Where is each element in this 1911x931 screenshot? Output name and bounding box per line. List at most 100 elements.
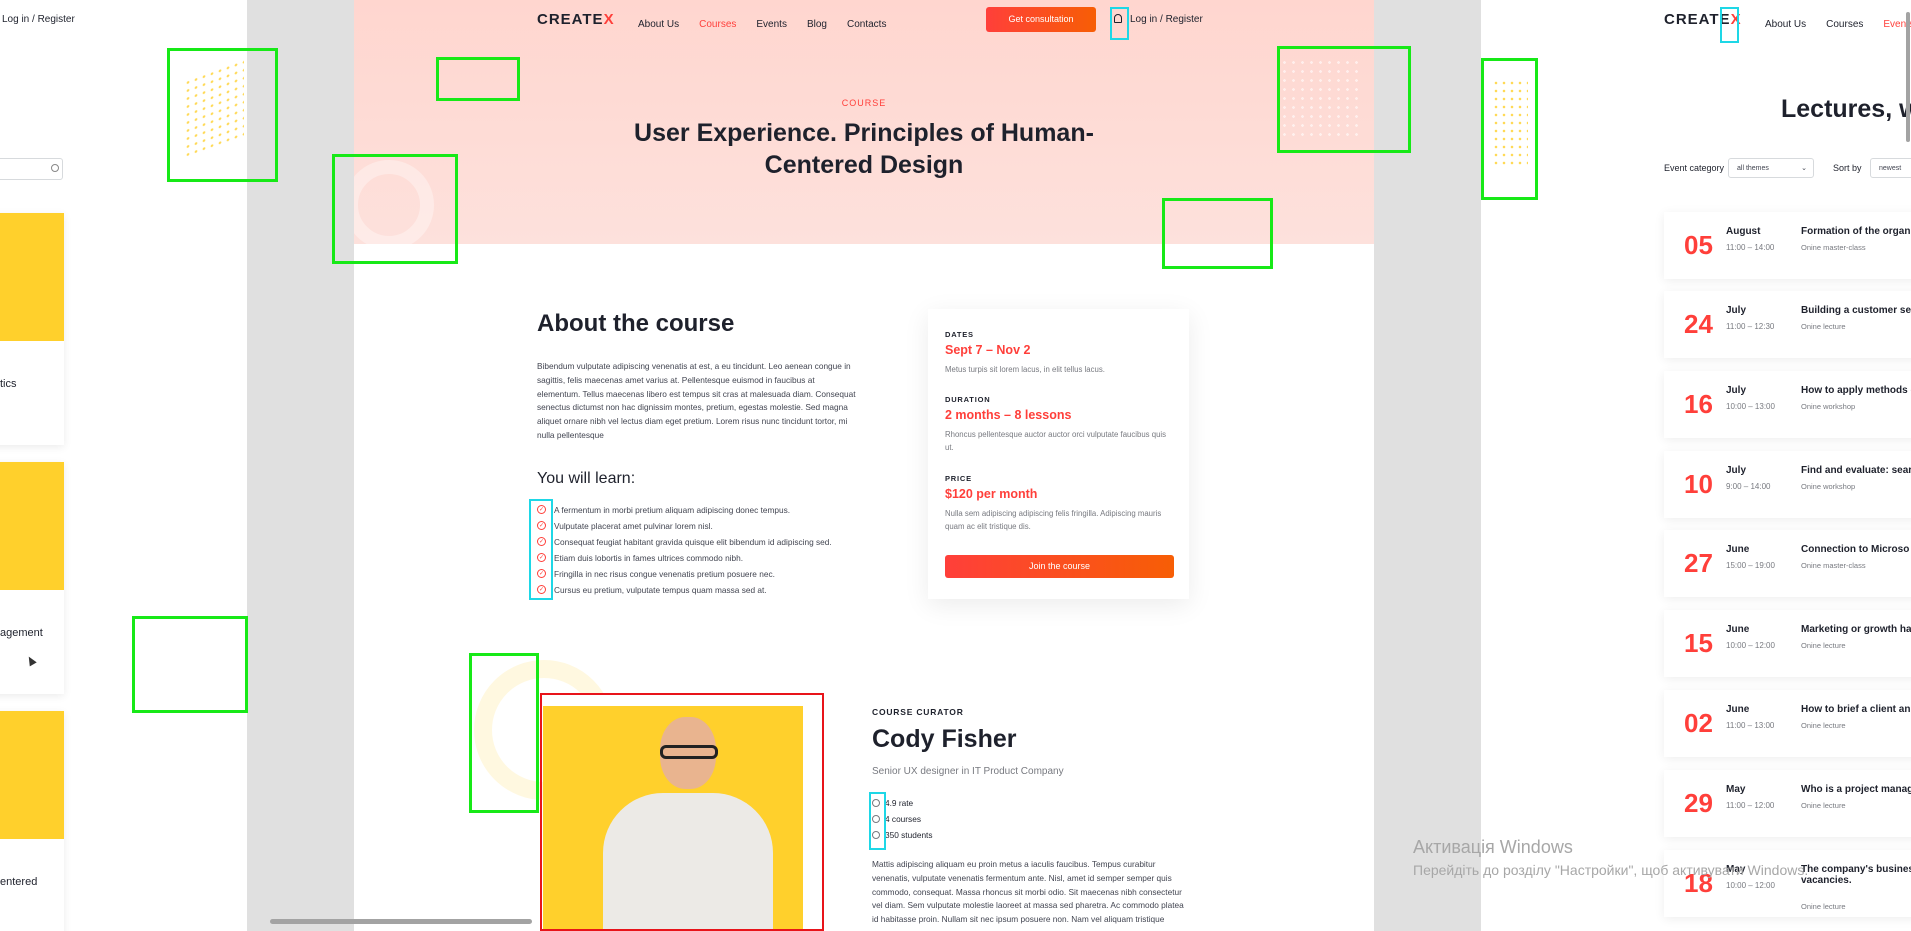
nav-about[interactable]: About Us bbox=[638, 19, 679, 30]
curator-role: Senior UX designer in IT Product Company bbox=[872, 766, 1064, 777]
curator-label: COURSE CURATOR bbox=[872, 707, 964, 717]
price-value: $120 per month bbox=[945, 487, 1038, 501]
nav-courses[interactable]: Courses bbox=[699, 19, 736, 30]
event-month: August bbox=[1726, 226, 1761, 237]
course-title: entered bbox=[0, 876, 38, 888]
event-type: Onine lecture bbox=[1801, 801, 1846, 810]
event-card[interactable]: 02 June 11:00 – 13:00 How to brief a client… bbox=[1664, 690, 1911, 757]
sort-select[interactable]: newest bbox=[1870, 158, 1911, 178]
course-info-card: DATES Sept 7 – Nov 2 Metus turpis sit lo… bbox=[928, 309, 1189, 599]
event-time: 10:00 – 13:00 bbox=[1726, 402, 1775, 411]
curator-bio: Mattis adipiscing aliquam eu proin metus… bbox=[872, 859, 1184, 925]
event-month: June bbox=[1726, 624, 1750, 635]
event-day: 15 bbox=[1684, 628, 1713, 658]
nav-blog[interactable]: Blog bbox=[807, 19, 827, 30]
event-day: 16 bbox=[1684, 389, 1713, 419]
event-card[interactable]: 16 July 10:00 – 13:00 How to apply methods … bbox=[1664, 371, 1911, 438]
dates-label: DATES bbox=[945, 330, 974, 339]
overlay-box bbox=[436, 57, 520, 101]
event-day: 24 bbox=[1684, 309, 1713, 339]
logo-text: CREATE bbox=[537, 11, 604, 28]
course-image bbox=[0, 711, 64, 839]
event-card[interactable]: 29 May 11:00 – 12:00 Who is a project manag… bbox=[1664, 770, 1911, 837]
nav-courses[interactable]: Courses bbox=[1826, 19, 1863, 30]
event-card[interactable]: 05 August 11:00 – 14:00 Formation of the or… bbox=[1664, 212, 1911, 279]
course-card[interactable] bbox=[0, 711, 64, 931]
list-item: ✓ Fringilla in nec risus congue venenatis… bbox=[537, 566, 832, 582]
page-title: Lectures, w bbox=[1781, 95, 1911, 123]
event-month: June bbox=[1726, 544, 1750, 555]
event-title: Who is a project manag bbox=[1801, 784, 1911, 795]
event-card[interactable]: 27 June 15:00 – 19:00 Connection to Microso… bbox=[1664, 530, 1911, 597]
event-title: Marketing or growth ha bbox=[1801, 624, 1911, 635]
learn-title: You will learn: bbox=[537, 470, 636, 487]
duration-value: 2 months – 8 lessons bbox=[945, 408, 1072, 422]
vertical-scrollbar[interactable] bbox=[1906, 12, 1910, 142]
duration-label: DURATION bbox=[945, 395, 991, 404]
event-type: Onine lecture bbox=[1801, 902, 1846, 911]
login-link[interactable]: Log in / Register bbox=[1130, 14, 1203, 25]
search-input[interactable] bbox=[0, 158, 63, 180]
event-card[interactable]: 10 July 9:00 – 14:00 Find and evaluate: sea… bbox=[1664, 451, 1911, 518]
event-day: 10 bbox=[1684, 469, 1713, 499]
event-type: Onine workshop bbox=[1801, 482, 1856, 491]
course-title: tics bbox=[0, 378, 17, 390]
curator-name: Cody Fisher bbox=[872, 725, 1017, 753]
event-card[interactable]: 18 May 10:00 – 12:00 The company's busines … bbox=[1664, 850, 1911, 917]
nav-contacts[interactable]: Contacts bbox=[847, 19, 886, 30]
event-card[interactable]: 15 June 10:00 – 12:00 Marketing or growth h… bbox=[1664, 610, 1911, 677]
overlay-box bbox=[132, 616, 248, 713]
list-item: ✓ Vulputate placerat amet pulvinar lorem … bbox=[537, 518, 832, 534]
event-day: 05 bbox=[1684, 230, 1713, 260]
search-icon bbox=[51, 164, 59, 172]
students-text: 350 students bbox=[885, 830, 933, 840]
sort-value: newest bbox=[1879, 165, 1902, 172]
event-time: 9:00 – 14:00 bbox=[1726, 482, 1771, 491]
join-course-button[interactable]: Join the course bbox=[945, 555, 1174, 578]
course-image bbox=[0, 213, 64, 341]
events-page-panel: CREATEX About Us Courses Events Lectures, … bbox=[1481, 0, 1911, 931]
dots-decoration bbox=[184, 58, 244, 160]
nav-about[interactable]: About Us bbox=[1765, 19, 1806, 30]
event-month: July bbox=[1726, 305, 1747, 316]
event-card[interactable]: 24 July 11:00 – 12:30 Building a customer s… bbox=[1664, 291, 1911, 358]
horizontal-scrollbar[interactable] bbox=[270, 919, 532, 924]
course-card[interactable] bbox=[0, 213, 64, 445]
logo-x: X bbox=[603, 11, 615, 28]
logo[interactable]: CREATEX bbox=[537, 11, 615, 28]
list-item: ✓ Cursus eu pretium, vulputate tempus qua… bbox=[537, 582, 832, 598]
event-day: 02 bbox=[1684, 708, 1713, 738]
learn-item: Cursus eu pretium, vulputate tempus quam… bbox=[554, 585, 767, 595]
chevron-down-icon: ⌄ bbox=[1801, 165, 1807, 172]
event-day: 27 bbox=[1684, 548, 1713, 578]
event-type: Onine lecture bbox=[1801, 641, 1846, 650]
login-link[interactable]: Log in / Register bbox=[2, 14, 75, 25]
list-item: ✓ Consequat feugiat habitant gravida quis… bbox=[537, 534, 832, 550]
nav-events[interactable]: Events bbox=[756, 19, 787, 30]
learn-list: ✓ A fermentum in morbi pretium aliquam ad… bbox=[537, 502, 832, 598]
get-consultation-button[interactable]: Get consultation bbox=[986, 7, 1096, 32]
event-type: Onine lecture bbox=[1801, 721, 1846, 730]
overlay-box bbox=[1162, 198, 1273, 269]
event-type: Onine master-class bbox=[1801, 243, 1866, 252]
overlay-box bbox=[167, 48, 278, 182]
event-time: 11:00 – 12:30 bbox=[1726, 322, 1775, 331]
main-nav: About Us Courses Events bbox=[1765, 14, 1911, 32]
category-select[interactable]: all themes ⌄ bbox=[1728, 158, 1814, 178]
event-day: 29 bbox=[1684, 788, 1713, 818]
event-title: How to apply methods o bbox=[1801, 385, 1911, 396]
event-title: Find and evaluate: sear bbox=[1801, 465, 1911, 476]
event-title: The company's busines vacancies. bbox=[1801, 864, 1911, 886]
category-label: Event category bbox=[1664, 163, 1725, 173]
category-value: all themes bbox=[1737, 165, 1769, 172]
sort-label: Sort by bbox=[1833, 163, 1862, 173]
duration-desc: Rhoncus pellentesque auctor auctor orci … bbox=[945, 430, 1167, 452]
event-time: 10:00 – 12:00 bbox=[1726, 881, 1775, 890]
about-text: Bibendum vulputate adipiscing venenatis … bbox=[537, 361, 856, 440]
price-label: PRICE bbox=[945, 474, 972, 483]
list-item: ✓ Etiam duis lobortis in fames ultrices c… bbox=[537, 550, 832, 566]
learn-item: Vulputate placerat amet pulvinar lorem n… bbox=[554, 521, 713, 531]
event-time: 11:00 – 12:00 bbox=[1726, 801, 1775, 810]
overlay-box bbox=[540, 693, 824, 931]
windows-activation-title: Активація Windows bbox=[1413, 837, 1573, 857]
